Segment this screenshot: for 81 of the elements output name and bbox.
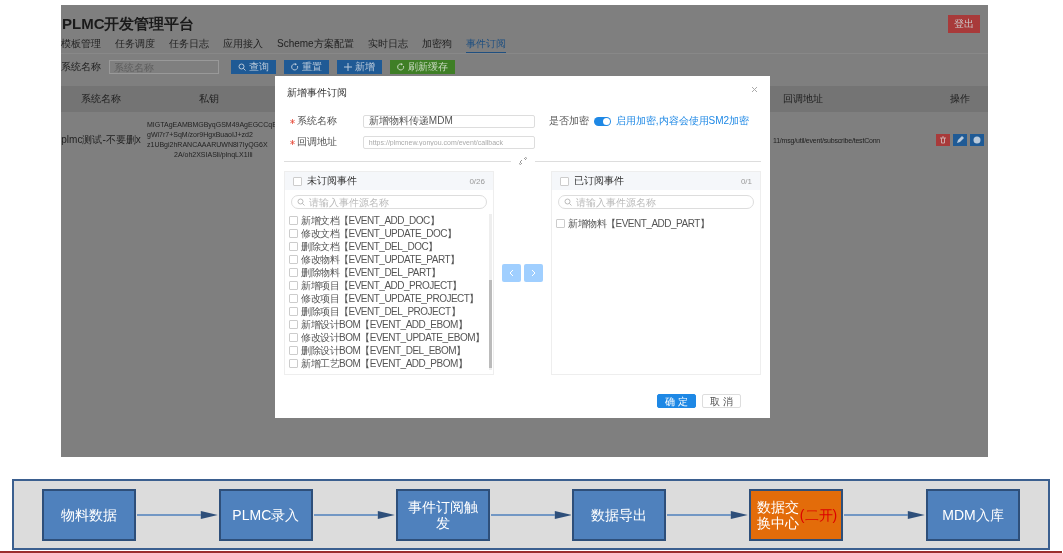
list-item[interactable]: 新增设计BOM【EVENT_ADD_EBOM】	[301, 317, 468, 332]
column-header: 私钥	[199, 93, 219, 104]
search-icon	[297, 198, 305, 206]
cancel-button[interactable]: 取 消	[702, 394, 741, 408]
column-header: 回调地址	[783, 93, 823, 104]
link-icon	[518, 157, 527, 165]
nav-tab[interactable]: 应用接入	[223, 37, 263, 53]
checkbox[interactable]	[289, 216, 298, 225]
info-button[interactable]	[969, 134, 984, 146]
list-item[interactable]: 删除设计BOM【EVENT_DEL_EBOM】	[301, 343, 466, 358]
chevron-right-icon	[530, 269, 537, 277]
list-item[interactable]: 修改物料【EVENT_UPDATE_PART】	[301, 252, 460, 267]
item-count: 0/1	[740, 176, 752, 186]
confirm-button[interactable]: 确 定	[657, 394, 697, 408]
item-count: 0/26	[469, 176, 485, 186]
add-button[interactable]: 新增	[337, 60, 382, 74]
list-item[interactable]: 修改项目【EVENT_UPDATE_PROJECT】	[301, 291, 479, 306]
checkbox[interactable]	[289, 333, 298, 342]
list-item[interactable]: 新增物料【EVENT_ADD_PART】	[568, 216, 710, 231]
checkbox[interactable]	[289, 346, 298, 355]
list-item[interactable]: 修改设计BOM【EVENT_UPDATE_EBOM】	[301, 330, 485, 345]
list-item[interactable]: 删除项目【EVENT_DEL_PROJECT】	[301, 304, 461, 319]
app-title: PLMC开发管理平台	[62, 14, 195, 34]
process-step: MDM入库	[926, 488, 1020, 541]
edit-button[interactable]	[952, 134, 967, 146]
nav-tab[interactable]: 任务日志	[169, 37, 209, 53]
panel-title: 已订阅事件	[574, 174, 624, 188]
list-item[interactable]: 删除物料【EVENT_DEL_PART】	[301, 265, 441, 280]
plus-icon	[344, 63, 352, 71]
nav-tab[interactable]: 实时日志	[367, 37, 408, 53]
logout-button[interactable]: 登出	[948, 15, 980, 33]
close-icon	[751, 86, 758, 93]
refresh-icon	[397, 63, 405, 71]
panel-title: 未订阅事件	[307, 174, 357, 188]
checkbox[interactable]	[289, 294, 298, 303]
search-button[interactable]: 查询	[231, 60, 276, 74]
pencil-icon	[955, 136, 964, 144]
checkbox[interactable]	[293, 176, 302, 186]
reset-button[interactable]: 重置	[284, 60, 329, 74]
chevron-left-icon	[508, 269, 515, 277]
list-item[interactable]: 新增项目【EVENT_ADD_PROJECT】	[301, 278, 462, 293]
delete-button[interactable]	[935, 134, 950, 146]
info-icon	[972, 136, 981, 144]
dialog-title: 新增事件订阅	[287, 86, 347, 100]
process-step: PLMC录入	[218, 488, 313, 541]
checkbox[interactable]	[289, 359, 298, 368]
process-step: 数据导出	[572, 488, 667, 541]
nav-tab[interactable]: Scheme方案配置	[277, 37, 354, 53]
nav-tab[interactable]: 模板管理	[61, 37, 101, 53]
trash-icon	[938, 136, 947, 144]
checkbox[interactable]	[289, 242, 298, 251]
field-label: 系统名称	[297, 114, 337, 128]
nav-tab[interactable]: 任务调度	[115, 37, 155, 53]
process-step: 物料数据	[42, 488, 136, 541]
process-step: 事件订阅触发	[395, 488, 490, 541]
checkbox[interactable]	[289, 281, 298, 290]
checkbox[interactable]	[289, 255, 298, 264]
field-label: 回调地址	[297, 135, 337, 149]
field-label: 系统名称	[61, 60, 101, 74]
list-item[interactable]: 修改文档【EVENT_UPDATE_DOC】	[301, 226, 457, 241]
list-item[interactable]: 新增工艺BOM【EVENT_ADD_PBOM】	[301, 356, 468, 371]
nav-tab[interactable]: 加密狗	[421, 37, 452, 53]
checkbox[interactable]	[289, 320, 298, 329]
checkbox[interactable]	[289, 229, 298, 238]
field-label: 是否加密	[548, 114, 589, 128]
refresh-icon	[291, 63, 299, 71]
checkbox[interactable]	[289, 268, 298, 277]
list-item[interactable]: 删除文档【EVENT_DEL_DOC】	[301, 239, 438, 254]
refresh-button[interactable]: 刷新缓存	[390, 60, 455, 74]
input-field[interactable]: 新增物料传递MDM	[362, 114, 535, 128]
checkbox[interactable]	[556, 219, 565, 228]
search-icon	[564, 198, 572, 206]
column-header: 操作	[949, 92, 970, 106]
search-icon	[238, 63, 246, 71]
column-header: 系统名称	[81, 93, 121, 104]
hint-text: 启用加密,内容会使用SM2加密	[615, 114, 750, 128]
toggle-switch[interactable]	[593, 116, 611, 126]
checkbox[interactable]	[560, 176, 569, 186]
table-cell: plmc测试-不要删x	[61, 134, 141, 145]
list-item[interactable]: 新增文档【EVENT_ADD_DOC】	[301, 214, 440, 228]
checkbox[interactable]	[289, 307, 298, 316]
